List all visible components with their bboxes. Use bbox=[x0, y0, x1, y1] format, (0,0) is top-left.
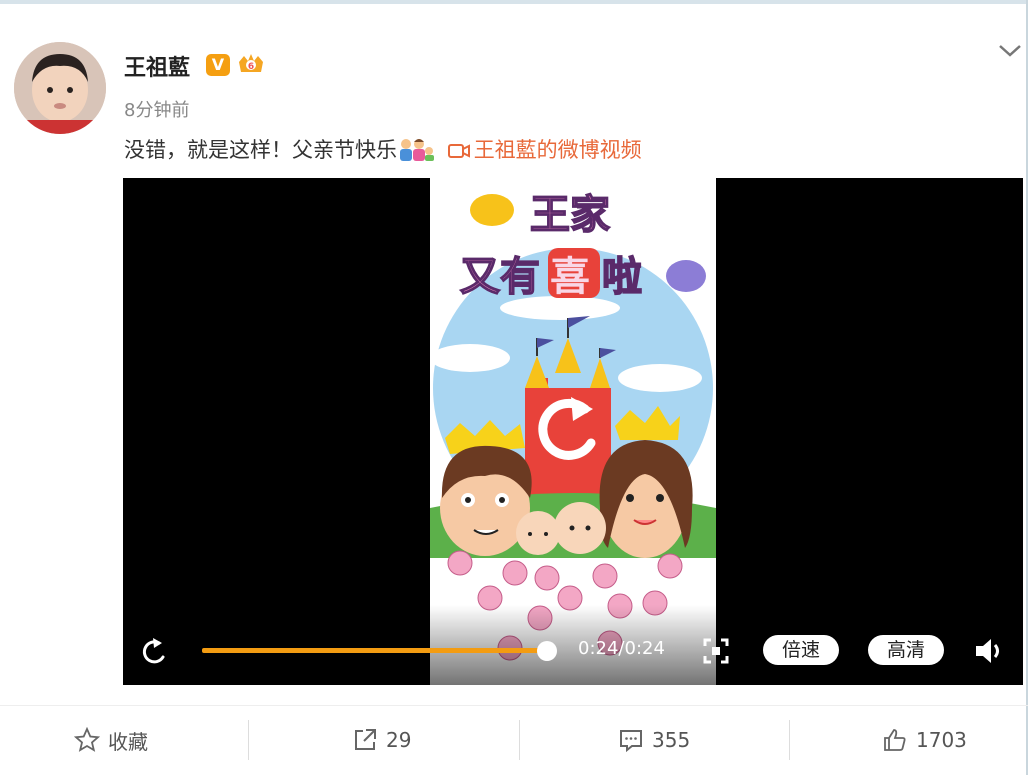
favorite-button[interactable]: 收藏 bbox=[74, 720, 148, 760]
replay-icon[interactable] bbox=[139, 636, 171, 672]
fullscreen-icon[interactable] bbox=[703, 638, 729, 668]
verified-badge-icon: V bbox=[206, 54, 230, 76]
video-title-line1: 王家 bbox=[530, 192, 610, 238]
quality-button[interactable]: 高清 bbox=[868, 635, 944, 665]
repost-count: 29 bbox=[386, 728, 412, 752]
post-body: 没错，就是这样！父亲节快乐 bbox=[124, 138, 397, 162]
timecode: 0:24/0:24 bbox=[578, 638, 665, 659]
video-link-label: 王祖藍的微博视频 bbox=[473, 138, 642, 162]
camera-icon bbox=[447, 141, 470, 165]
video-title-line2a: 又有 bbox=[460, 254, 540, 300]
video-link[interactable]: 王祖藍的微博视频 bbox=[447, 138, 642, 165]
replay-center-icon[interactable] bbox=[533, 391, 613, 471]
like-button[interactable]: 1703 bbox=[882, 720, 967, 760]
repost-button[interactable]: 29 bbox=[352, 720, 411, 760]
avatar[interactable] bbox=[14, 42, 106, 134]
post-time[interactable]: 8分钟前 bbox=[124, 96, 189, 122]
crown-level-icon: 6 bbox=[236, 52, 266, 78]
like-count: 1703 bbox=[916, 728, 967, 752]
thumbs-up-icon bbox=[884, 729, 906, 751]
share-icon bbox=[355, 729, 376, 750]
video-player[interactable]: 王家 又有 喜 啦 0:24/0:24 倍速 高清 bbox=[123, 178, 1023, 685]
star-icon bbox=[74, 727, 100, 752]
comment-button[interactable]: 355 bbox=[618, 720, 690, 760]
comment-count: 355 bbox=[652, 728, 691, 752]
top-divider bbox=[0, 0, 1028, 4]
speed-button[interactable]: 倍速 bbox=[763, 635, 839, 665]
username[interactable]: 王祖藍 bbox=[124, 50, 190, 82]
action-divider bbox=[248, 720, 249, 760]
svg-text:6: 6 bbox=[248, 62, 254, 72]
comment-icon bbox=[620, 730, 642, 753]
action-divider bbox=[789, 720, 790, 760]
action-bar bbox=[0, 705, 1028, 776]
video-title-line2b: 啦 bbox=[602, 254, 642, 300]
progress-bar[interactable] bbox=[202, 648, 547, 653]
family-emoji-icon bbox=[397, 137, 435, 161]
post-text: 没错，就是这样！父亲节快乐 王祖藍的微博视频 bbox=[124, 134, 642, 165]
action-divider bbox=[519, 720, 520, 760]
favorite-label: 收藏 bbox=[108, 729, 148, 754]
progress-knob[interactable] bbox=[537, 641, 557, 661]
volume-icon[interactable] bbox=[973, 636, 1007, 670]
video-title-highlight: 喜 bbox=[550, 254, 590, 300]
chevron-down-icon[interactable] bbox=[996, 38, 1024, 62]
